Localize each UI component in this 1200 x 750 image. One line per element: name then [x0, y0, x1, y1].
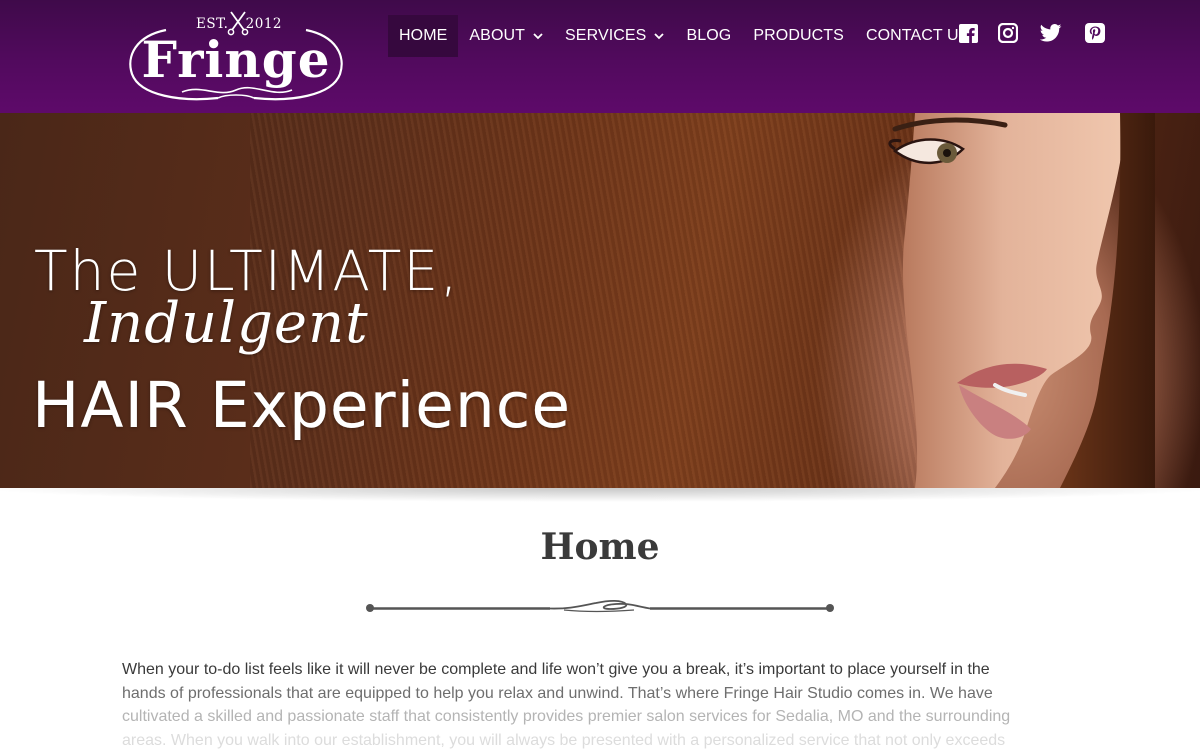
nav-contact-us-label: CONTACT US	[865, 27, 970, 44]
logo-wordmark: Fringe	[141, 30, 331, 89]
nav-home-label: HOME	[399, 27, 448, 44]
twitter-icon	[1040, 24, 1062, 42]
hero-drop-shadow	[0, 488, 1200, 506]
hero-headline-line2: Indulgent	[84, 291, 369, 356]
intro-line: hands of professionals that are equipped…	[122, 684, 993, 702]
nav-home[interactable]: HOME	[388, 15, 459, 57]
chevron-down-icon	[654, 33, 665, 40]
pinterest-link[interactable]	[1084, 22, 1106, 44]
facebook-link[interactable]	[957, 22, 979, 44]
nav-services[interactable]: SERVICES	[554, 15, 675, 57]
nav-about[interactable]: ABOUT	[458, 15, 554, 57]
nav-services-label: SERVICES	[565, 27, 647, 44]
instagram-icon	[998, 23, 1018, 43]
ornamental-divider	[366, 599, 834, 613]
intro-line: areas. When you walk into our establishm…	[122, 731, 1006, 749]
nav-products-label: PRODUCTS	[753, 27, 844, 44]
nav-blog-label: BLOG	[686, 27, 732, 44]
nav-about-label: ABOUT	[469, 27, 526, 44]
chevron-down-icon	[533, 33, 543, 40]
nav-blog[interactable]: BLOG	[675, 15, 742, 57]
facebook-icon	[958, 23, 978, 43]
intro-line: cultivated a skilled and passionate staf…	[122, 708, 1011, 726]
fringe-logo[interactable]: EST. 2012 Fringe	[122, 8, 350, 104]
hero-model-image	[888, 113, 1155, 488]
nav-products[interactable]: PRODUCTS	[742, 15, 855, 57]
twitter-link[interactable]	[1040, 22, 1062, 44]
pinterest-icon	[1085, 23, 1105, 43]
hero-headline-line3: HAIR Experience	[32, 369, 572, 442]
intro-line: When your to-do list feels like it will …	[122, 661, 990, 678]
hero-banner: The ULTIMATE, Indulgent HAIR Experience	[0, 113, 1200, 488]
page-title: Home	[540, 526, 660, 568]
intro-paragraph: When your to-do list feels like it will …	[122, 658, 1082, 750]
instagram-link[interactable]	[997, 22, 1019, 44]
main-nav: HOME ABOUT SERVICES BLOG PRODUCTS CONTAC…	[388, 15, 980, 57]
site-header: EST. 2012 Fringe HOME ABOUT SERVICES BLO…	[0, 0, 1200, 113]
